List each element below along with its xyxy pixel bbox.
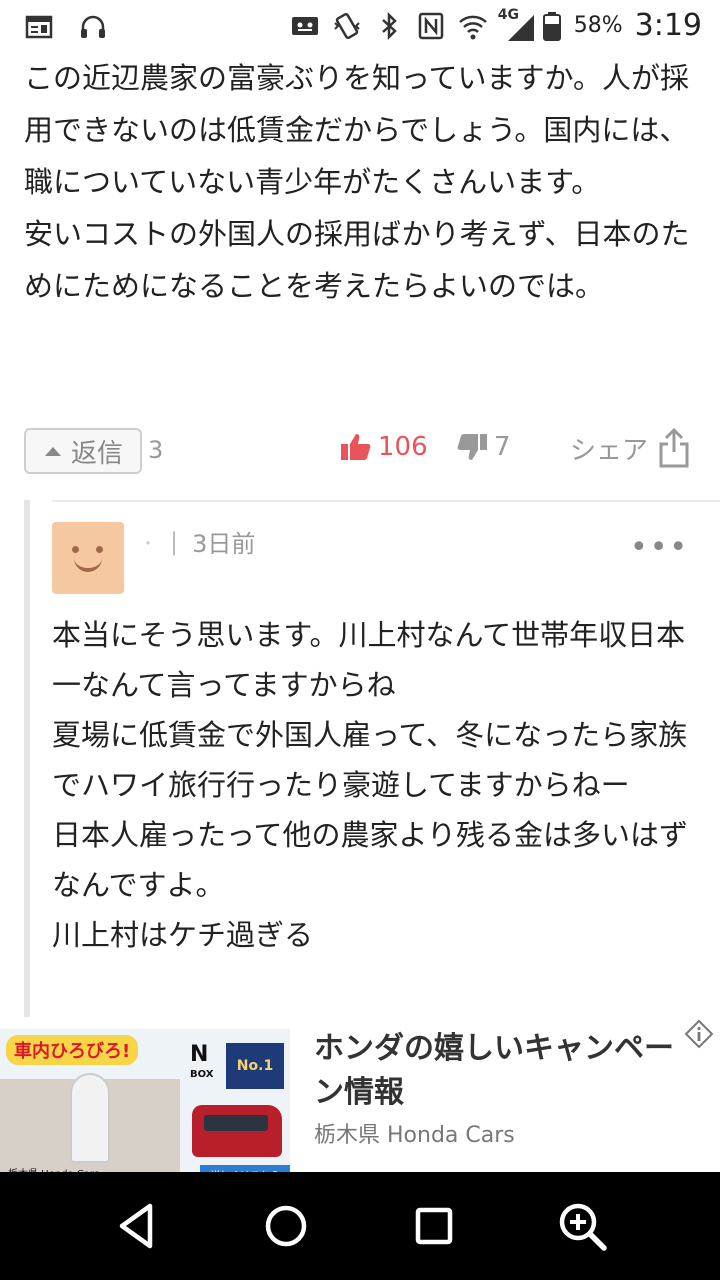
ad-brand-logo: N BOX	[190, 1042, 214, 1085]
signal-icon: 4G	[498, 7, 534, 41]
ad-image[interactable]: 車内ひろびろ! N BOX No.1 栃木県 Honda Cars 詳しくはこち…	[0, 1029, 290, 1187]
clock: 3:19	[634, 8, 702, 43]
status-bar: 4G 58% 3:19	[0, 0, 720, 56]
home-icon[interactable]	[254, 1194, 318, 1258]
reply-time: 3日前	[192, 530, 256, 558]
like-count: 106	[378, 432, 428, 462]
ad-brand-sub: BOX	[190, 1069, 214, 1080]
reply-count: 3	[148, 436, 164, 464]
dislike-count: 7	[494, 432, 511, 462]
reply-button[interactable]: 返信	[24, 428, 142, 474]
news-icon	[24, 12, 54, 42]
avatar[interactable]	[52, 522, 124, 594]
recents-icon[interactable]	[402, 1194, 466, 1258]
ad-award-badge: No.1	[226, 1043, 284, 1089]
more-options-icon[interactable]: •••	[630, 530, 689, 565]
reply-divider	[52, 500, 720, 502]
ad-child-figure	[70, 1073, 110, 1163]
reply-thread-line	[24, 500, 30, 1020]
ad-image-badge: 車内ひろびろ!	[6, 1035, 139, 1065]
navigation-bar	[0, 1172, 720, 1280]
back-icon[interactable]	[106, 1194, 170, 1258]
wifi-icon	[458, 11, 488, 41]
like-button[interactable]: 106	[340, 432, 428, 462]
share-icon	[659, 428, 689, 468]
battery-percent: 58%	[573, 13, 623, 38]
battery-icon	[542, 11, 562, 41]
ad-advertiser: 栃木県 Honda Cars	[314, 1123, 515, 1148]
reply-body: 本当にそう思います。川上村なんて世帯年収日本一なんて言ってますからね 夏場に低賃…	[52, 618, 688, 952]
reply-username[interactable]: ・	[140, 530, 156, 554]
comment-body: この近辺農家の富豪ぶりを知っていますか。人が採用できないのは低賃金だからでしょう…	[24, 61, 690, 303]
cast-icon	[290, 11, 320, 41]
ad-car-image	[192, 1105, 282, 1157]
thumbs-up-icon	[341, 434, 371, 460]
avatar-mouth	[74, 558, 102, 572]
vibrate-icon	[332, 11, 362, 41]
comment-actions: 返信 3 106 7 シェア	[24, 428, 696, 476]
chevron-up-icon	[44, 447, 61, 456]
zoom-icon[interactable]	[550, 1194, 614, 1258]
dislike-button[interactable]: 7	[456, 432, 511, 462]
reply-meta: ・ | 3日前	[140, 524, 255, 559]
share-button[interactable]: シェア	[570, 428, 690, 468]
reply-label: 返信	[70, 438, 123, 469]
ad-title[interactable]: ホンダの嬉しいキャンペーン情報	[314, 1027, 694, 1115]
avatar-eye	[72, 546, 79, 553]
share-label: シェア	[570, 435, 649, 466]
ad-info-icon[interactable]	[684, 1019, 714, 1049]
nfc-icon	[416, 11, 446, 41]
meta-separator: |	[170, 527, 179, 556]
thumbs-down-icon	[457, 434, 487, 460]
ad-brand-name: N	[190, 1042, 209, 1067]
bluetooth-icon	[374, 11, 404, 41]
headphones-icon	[78, 12, 108, 42]
avatar-eye	[96, 546, 103, 553]
ad-banner[interactable]: 車内ひろびろ! N BOX No.1 栃木県 Honda Cars 詳しくはこち…	[0, 1017, 720, 1187]
